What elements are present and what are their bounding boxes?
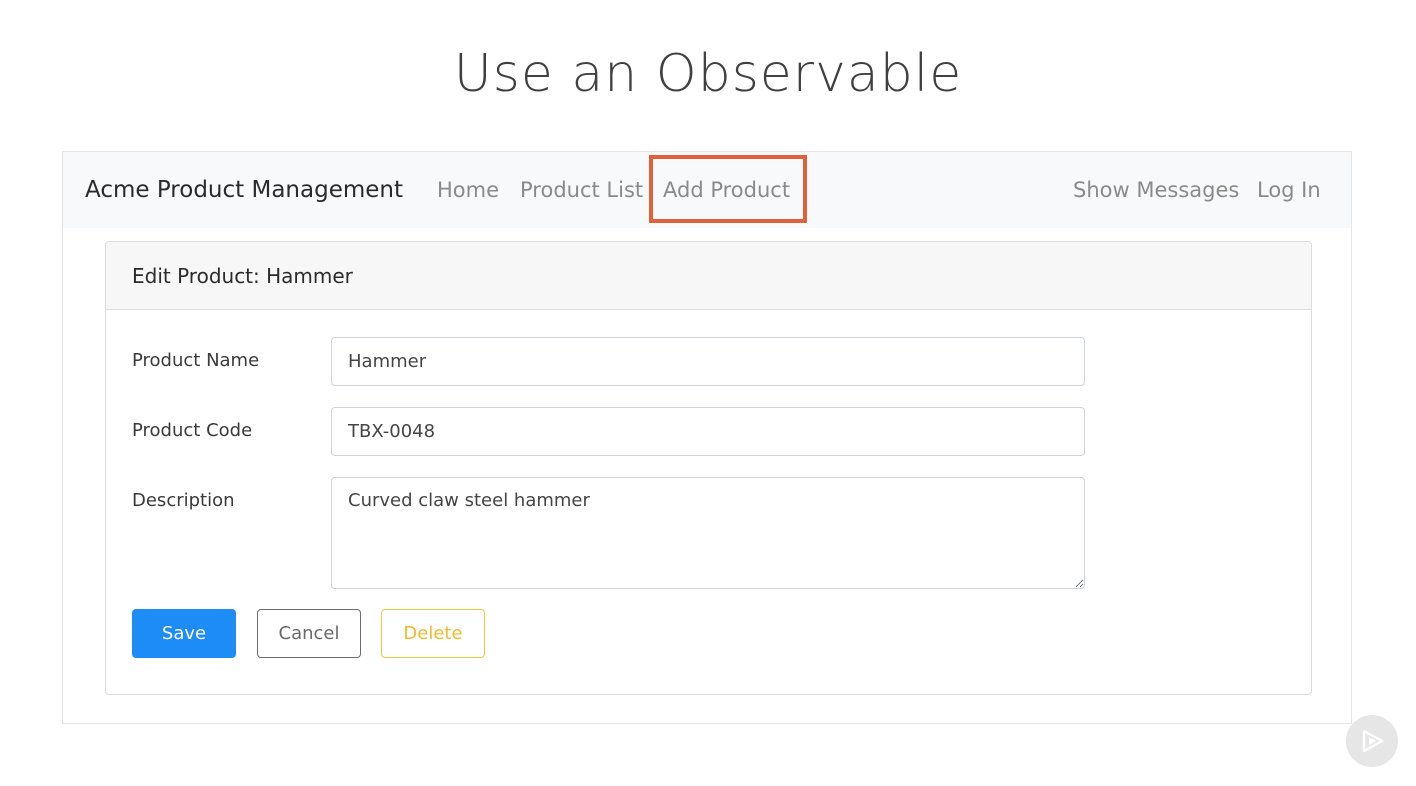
card-title: Edit Product: Hammer bbox=[132, 264, 353, 288]
app-window: Acme Product Management Home Product Lis… bbox=[62, 151, 1352, 724]
nav-link-log-in[interactable]: Log In bbox=[1257, 178, 1321, 202]
edit-product-card: Edit Product: Hammer Product Name Produc… bbox=[105, 241, 1312, 695]
product-code-input[interactable] bbox=[331, 407, 1085, 456]
play-badge bbox=[1346, 715, 1398, 767]
slide-title: Use an Observable bbox=[453, 44, 963, 104]
nav-link-show-messages[interactable]: Show Messages bbox=[1073, 178, 1239, 202]
play-icon bbox=[1362, 729, 1384, 753]
navbar-brand[interactable]: Acme Product Management bbox=[85, 177, 403, 203]
nav-link-home[interactable]: Home bbox=[437, 178, 499, 202]
product-code-label: Product Code bbox=[132, 420, 253, 441]
delete-button[interactable]: Delete bbox=[381, 609, 485, 658]
cancel-button[interactable]: Cancel bbox=[257, 609, 361, 658]
description-textarea[interactable]: Curved claw steel hammer bbox=[331, 477, 1085, 589]
card-header: Edit Product: Hammer bbox=[106, 242, 1311, 310]
nav-link-add-product[interactable]: Add Product bbox=[663, 178, 790, 202]
product-name-input[interactable] bbox=[331, 337, 1085, 386]
save-button[interactable]: Save bbox=[132, 609, 236, 658]
product-name-label: Product Name bbox=[132, 350, 260, 371]
description-label: Description bbox=[132, 490, 235, 511]
navbar: Acme Product Management Home Product Lis… bbox=[63, 152, 1351, 228]
nav-link-product-list[interactable]: Product List bbox=[520, 178, 643, 202]
